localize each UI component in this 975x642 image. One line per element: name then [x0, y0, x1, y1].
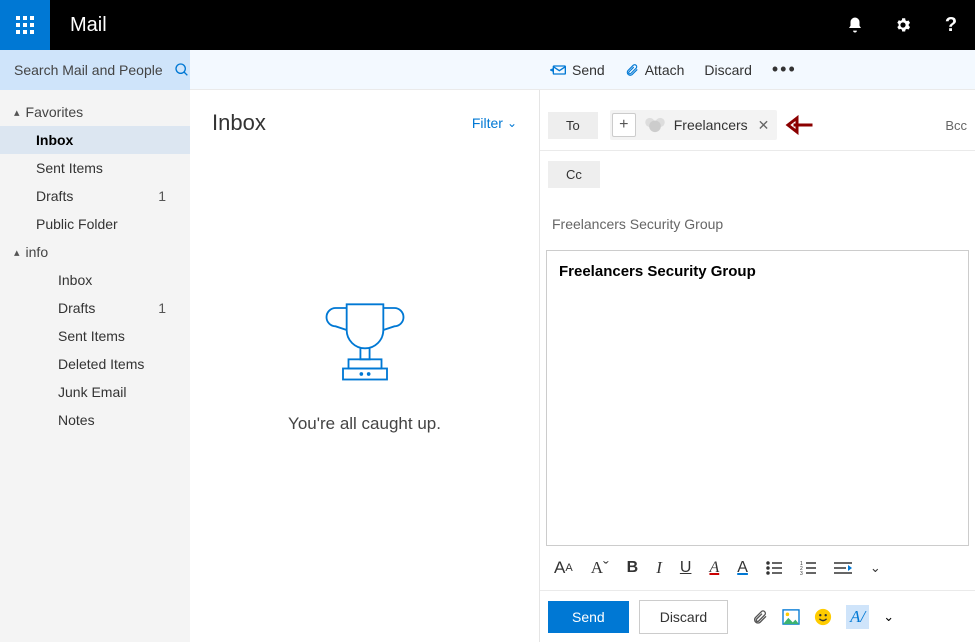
trophy-icon: [310, 286, 420, 396]
sidebar-folder-deleted[interactable]: Deleted Items: [0, 350, 190, 378]
toolbar-attach-button[interactable]: Attach: [625, 62, 685, 78]
notifications-button[interactable]: [831, 0, 879, 50]
search-icon: [174, 62, 190, 78]
bold-button[interactable]: B: [627, 559, 639, 577]
to-row: To + Freelancers ✕ Bcc: [540, 100, 975, 151]
toggle-formatting-button[interactable]: A/: [846, 605, 869, 629]
app-title: Mail: [70, 14, 831, 37]
sidebar-folder-junk[interactable]: Junk Email: [0, 378, 190, 406]
message-body[interactable]: Freelancers Security Group: [546, 250, 969, 546]
compose-pane: To + Freelancers ✕ Bcc Cc Freela: [540, 90, 975, 642]
more-options-button[interactable]: ⌄: [883, 609, 894, 625]
highlight-button[interactable]: A: [709, 559, 719, 577]
top-bar: Mail ?: [0, 0, 975, 50]
sidebar-folder-notes[interactable]: Notes: [0, 406, 190, 434]
discard-button[interactable]: Discard: [639, 600, 728, 634]
favorites-header[interactable]: ▴ Favorites: [0, 98, 190, 126]
attach-icon: [625, 62, 639, 78]
remove-recipient-button[interactable]: ✕: [758, 117, 770, 134]
attach-file-button[interactable]: [752, 608, 768, 626]
sidebar-favorite-drafts[interactable]: Drafts 1: [0, 182, 190, 210]
toolbar-discard-button[interactable]: Discard: [704, 62, 751, 78]
send-button[interactable]: Send: [548, 601, 629, 633]
subject-field[interactable]: Freelancers Security Group: [540, 198, 975, 250]
chevron-up-icon: ▴: [14, 106, 20, 119]
annotation-arrow-icon: [785, 115, 813, 135]
compose-toolbar: Send Attach Discard •••: [540, 50, 975, 90]
to-button[interactable]: To: [548, 112, 598, 139]
group-avatar-icon: [642, 112, 668, 138]
font-color-button[interactable]: A: [737, 559, 748, 577]
insert-emoji-button[interactable]: [814, 608, 832, 626]
app-launcher-button[interactable]: [0, 0, 50, 50]
sidebar-folder-sent[interactable]: Sent Items: [0, 322, 190, 350]
toolbar-send-button[interactable]: Send: [550, 62, 605, 78]
folder-title: Inbox: [212, 110, 266, 136]
more-formatting-button[interactable]: ⌄: [870, 560, 881, 576]
filter-button[interactable]: Filter ⌄: [472, 115, 517, 131]
sidebar-favorite-public[interactable]: Public Folder: [0, 210, 190, 238]
recipient-chip[interactable]: + Freelancers ✕: [610, 110, 778, 140]
chevron-down-icon: ⌄: [507, 116, 517, 130]
message-list-pane: Inbox Filter ⌄ You're all caught up.: [190, 90, 540, 642]
decrease-indent-button[interactable]: [834, 561, 852, 575]
font-size-button[interactable]: AA: [554, 558, 573, 578]
search-placeholder: Search Mail and People: [14, 62, 166, 78]
italic-button[interactable]: I: [656, 558, 662, 578]
sidebar: ▴ Favorites Inbox Sent Items Drafts 1 Pu…: [0, 90, 190, 642]
bcc-button[interactable]: Bcc: [945, 118, 967, 133]
insert-picture-button[interactable]: [782, 609, 800, 625]
sidebar-folder-inbox[interactable]: Inbox: [0, 266, 190, 294]
font-button[interactable]: Aˇ: [591, 558, 609, 578]
chevron-up-icon: ▴: [14, 246, 20, 259]
more-actions-button[interactable]: •••: [772, 59, 797, 80]
send-icon: [550, 63, 566, 77]
compose-footer: Send Discard A/ ⌄: [540, 590, 975, 642]
underline-button[interactable]: U: [680, 559, 692, 577]
help-button[interactable]: ?: [927, 0, 975, 50]
cc-button[interactable]: Cc: [548, 161, 600, 188]
formatting-toolbar: AA Aˇ B I U A A 123 ⌄: [540, 546, 975, 590]
svg-text:3: 3: [800, 571, 803, 575]
settings-button[interactable]: [879, 0, 927, 50]
numbered-list-button[interactable]: 123: [800, 561, 816, 575]
sidebar-favorite-sent[interactable]: Sent Items: [0, 154, 190, 182]
search-input[interactable]: Search Mail and People: [0, 50, 190, 90]
cc-row: Cc: [540, 151, 975, 198]
expand-group-button[interactable]: +: [612, 113, 636, 137]
sidebar-favorite-inbox[interactable]: Inbox: [0, 126, 190, 154]
empty-state: You're all caught up.: [212, 286, 517, 622]
sidebar-folder-drafts[interactable]: Drafts 1: [0, 294, 190, 322]
account-header[interactable]: ▴ info: [0, 238, 190, 266]
bullet-list-button[interactable]: [766, 561, 782, 575]
